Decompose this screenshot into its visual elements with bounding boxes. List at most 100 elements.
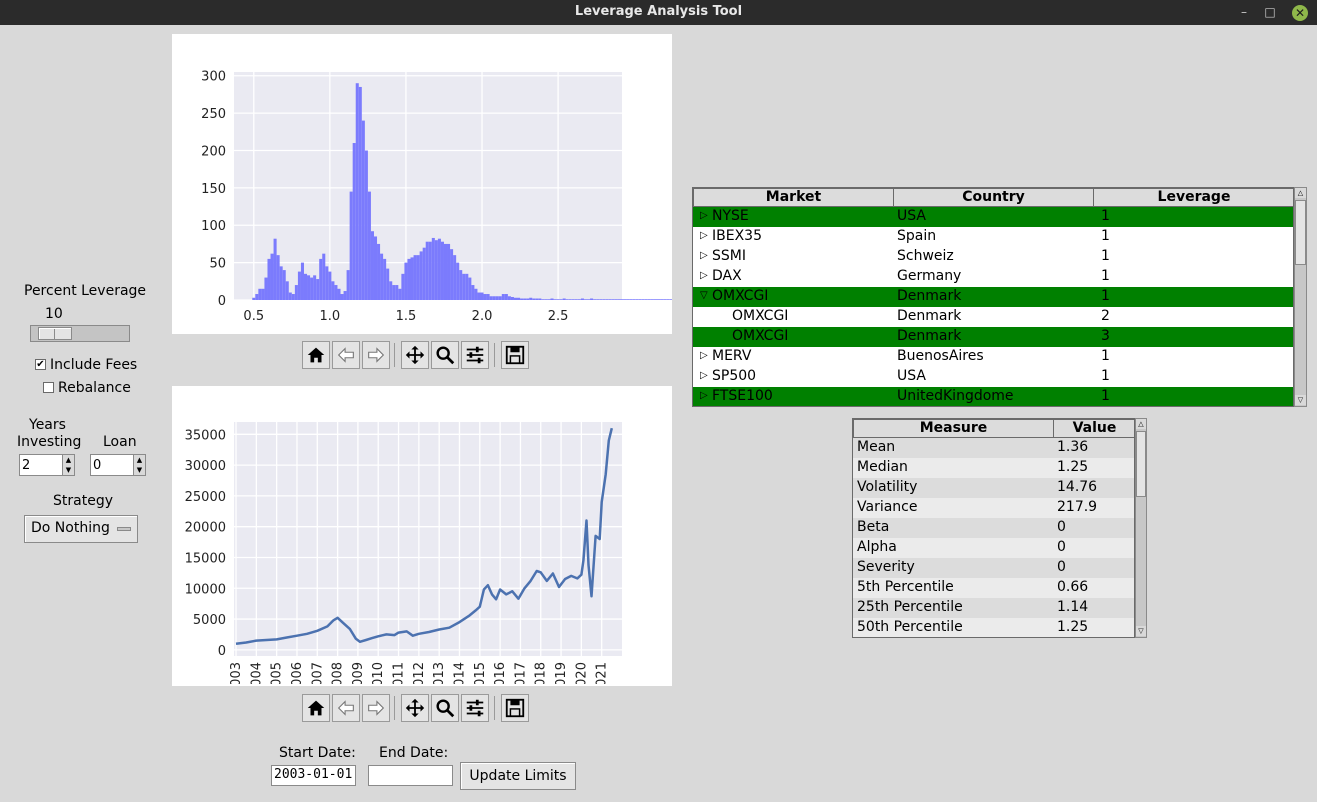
zoom-button[interactable] <box>431 694 459 722</box>
strategy-dropdown[interactable]: Do Nothing <box>24 515 138 543</box>
histogram-plot[interactable]: 0.5 1.0 1.5 2.0 2.5 0 50 100 150 200 250 300 <box>172 34 712 334</box>
histogram-bar <box>611 299 615 300</box>
minimize-button[interactable]: – <box>1236 4 1252 20</box>
scroll-up-arrow-icon[interactable]: △ <box>1295 188 1306 198</box>
collapsed-triangle-icon[interactable]: ▷ <box>700 210 708 221</box>
stats-row[interactable]: 25th Percentile 1.14 <box>853 598 1134 618</box>
histogram-bar <box>513 297 518 300</box>
histogram-bar <box>386 268 390 300</box>
histogram-bar <box>261 288 265 300</box>
histogram-bar <box>392 285 396 300</box>
market-row[interactable]: ▷ FTSE100 UnitedKingdome 1 <box>693 387 1293 406</box>
market-row[interactable]: ▷ SP500 USA 1 <box>693 367 1293 387</box>
stats-scroll-thumb[interactable] <box>1136 431 1146 497</box>
loan-up-arrow[interactable]: ▲ <box>133 455 145 465</box>
measure-column-header[interactable]: Measure <box>853 419 1054 438</box>
stats-row[interactable]: 5th Percentile 0.66 <box>853 578 1134 598</box>
percent-leverage-slider[interactable] <box>30 325 130 342</box>
save-button[interactable] <box>501 341 529 369</box>
stats-row[interactable]: Median 1.25 <box>853 458 1134 478</box>
collapsed-triangle-icon[interactable]: ▷ <box>700 390 708 401</box>
save-button[interactable] <box>501 694 529 722</box>
histogram-bar <box>358 86 362 300</box>
stats-row[interactable]: Alpha 0 <box>853 538 1134 558</box>
years-up-arrow[interactable]: ▲ <box>62 455 74 465</box>
back-button[interactable] <box>332 694 360 722</box>
market-row[interactable]: ▽ OMXCGI Denmark 1 <box>693 287 1293 307</box>
back-button[interactable] <box>332 341 360 369</box>
stats-row[interactable]: Mean 1.36 <box>853 438 1134 458</box>
market-row[interactable]: OMXCGI Denmark 2 <box>693 307 1293 327</box>
market-row[interactable]: ▷ SSMI Schweiz 1 <box>693 247 1293 267</box>
histogram-bar <box>255 294 259 300</box>
loan-down-arrow[interactable]: ▼ <box>133 465 145 475</box>
years-down-arrow[interactable]: ▼ <box>62 465 74 475</box>
collapsed-triangle-icon[interactable]: ▷ <box>700 370 708 381</box>
histogram-bar <box>273 238 277 300</box>
collapsed-triangle-icon[interactable]: ▷ <box>700 350 708 361</box>
zoom-button[interactable] <box>431 341 459 369</box>
configure-subplots-button[interactable] <box>461 694 489 722</box>
maximize-button[interactable]: □ <box>1262 4 1278 20</box>
close-button[interactable]: ✕ <box>1292 5 1308 21</box>
y-tick-label: 250 <box>201 107 226 122</box>
histogram-bar <box>608 299 612 300</box>
stats-row[interactable]: Severity 0 <box>853 558 1134 578</box>
collapsed-triangle-icon[interactable]: ▷ <box>700 270 708 281</box>
x-tick-label: 2013 <box>432 662 447 686</box>
histogram-bar <box>425 241 429 300</box>
histogram-bar <box>334 285 338 300</box>
end-date-input[interactable] <box>368 765 453 786</box>
market-scroll-thumb[interactable] <box>1295 200 1306 265</box>
histogram-bar <box>401 273 405 300</box>
rebalance-checkbox[interactable] <box>43 382 54 393</box>
stats-row[interactable]: 50th Percentile 1.25 <box>853 618 1134 637</box>
market-row[interactable]: OMXCGI Denmark 3 <box>693 327 1293 347</box>
forward-button[interactable] <box>362 694 390 722</box>
market-table[interactable]: Market Country Leverage ▷ NYSE USA 1 ▷ IBEX35… <box>692 187 1294 407</box>
home-button[interactable] <box>302 341 330 369</box>
stats-row[interactable]: Volatility 14.76 <box>853 478 1134 498</box>
country-cell: Schweiz <box>897 248 954 264</box>
expanded-triangle-icon[interactable]: ▽ <box>700 290 708 301</box>
loan-input[interactable] <box>93 456 129 474</box>
pan-button[interactable] <box>401 694 429 722</box>
market-column-header[interactable]: Market <box>693 188 894 207</box>
market-cell: SSMI <box>712 248 746 264</box>
scroll-down-arrow-icon[interactable]: ▽ <box>1136 626 1146 636</box>
market-row[interactable]: ▷ NYSE USA 1 <box>693 207 1293 227</box>
market-row[interactable]: ▷ MERV BuenosAires 1 <box>693 347 1293 367</box>
update-limits-button[interactable]: Update Limits <box>460 762 576 790</box>
home-button[interactable] <box>302 694 330 722</box>
loan-spinbox[interactable]: ▲ ▼ <box>90 454 146 476</box>
years-spinbox[interactable]: ▲ ▼ <box>19 454 75 476</box>
value-column-header[interactable]: Value <box>1053 419 1134 438</box>
x-tick-label: 2006 <box>290 662 305 686</box>
scroll-up-arrow-icon[interactable]: △ <box>1136 419 1146 429</box>
years-input[interactable] <box>22 456 58 474</box>
market-table-scrollbar[interactable]: △ ▽ <box>1294 187 1307 407</box>
histogram-bar <box>538 298 542 300</box>
forward-button[interactable] <box>362 341 390 369</box>
histogram-bar <box>443 243 448 300</box>
histogram-bar <box>562 298 566 300</box>
configure-subplots-button[interactable] <box>461 341 489 369</box>
start-date-input[interactable]: 2003-01-01 <box>271 765 356 786</box>
country-column-header[interactable]: Country <box>893 188 1094 207</box>
market-row[interactable]: ▷ IBEX35 Spain 1 <box>693 227 1293 247</box>
collapsed-triangle-icon[interactable]: ▷ <box>700 230 708 241</box>
histogram-bar <box>328 271 332 300</box>
value-cell: 14.76 <box>1057 479 1098 495</box>
stats-table-scrollbar[interactable]: △ ▽ <box>1135 418 1147 638</box>
pan-button[interactable] <box>401 341 429 369</box>
market-row[interactable]: ▷ DAX Germany 1 <box>693 267 1293 287</box>
slider-handle[interactable] <box>38 327 73 340</box>
stats-row[interactable]: Beta 0 <box>853 518 1134 538</box>
stats-row[interactable]: Variance 217.9 <box>853 498 1134 518</box>
timeseries-plot[interactable]: 2003 2004 2005 2006 2007 2008 2009 2010 2011 2012… <box>172 386 672 686</box>
include-fees-checkbox[interactable]: ✔ <box>35 359 46 370</box>
scroll-down-arrow-icon[interactable]: ▽ <box>1295 395 1306 405</box>
stats-table[interactable]: Measure Value Mean 1.36 Median 1.25 Volatili… <box>852 418 1135 638</box>
collapsed-triangle-icon[interactable]: ▷ <box>700 250 708 261</box>
leverage-column-header[interactable]: Leverage <box>1093 188 1293 207</box>
